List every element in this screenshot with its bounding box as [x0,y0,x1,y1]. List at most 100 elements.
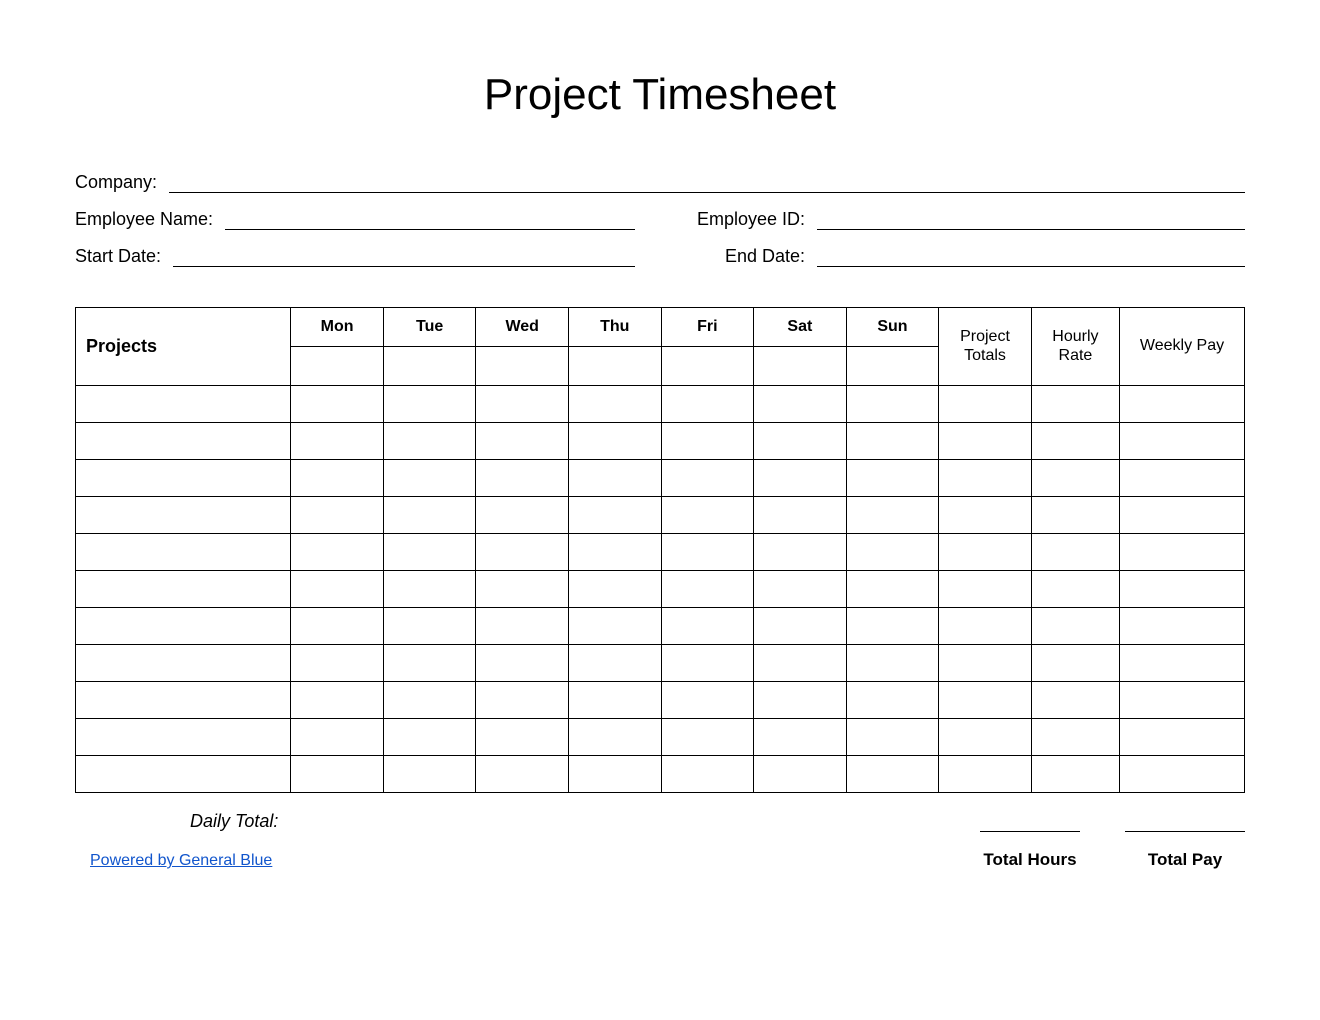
entry-cell[interactable] [291,756,384,793]
entry-cell[interactable] [476,719,569,756]
entry-cell[interactable] [939,608,1032,645]
entry-cell[interactable] [76,682,291,719]
entry-cell[interactable] [754,423,847,460]
entry-cell[interactable] [476,534,569,571]
entry-cell[interactable] [383,386,476,423]
employee-id-field[interactable] [817,207,1245,230]
total-hours-field[interactable] [980,803,1080,832]
entry-cell[interactable] [476,571,569,608]
entry-cell[interactable] [939,460,1032,497]
entry-cell[interactable] [76,608,291,645]
entry-cell[interactable] [476,608,569,645]
entry-cell[interactable] [1120,534,1245,571]
entry-cell[interactable] [291,719,384,756]
entry-cell[interactable] [661,423,754,460]
entry-cell[interactable] [1120,756,1245,793]
entry-cell[interactable] [846,682,939,719]
entry-cell[interactable] [568,608,661,645]
entry-cell[interactable] [568,497,661,534]
entry-cell[interactable] [476,497,569,534]
date-sub-fri[interactable] [661,347,754,386]
entry-cell[interactable] [568,423,661,460]
entry-cell[interactable] [846,386,939,423]
date-sub-mon[interactable] [291,347,384,386]
start-date-field[interactable] [173,244,635,267]
entry-cell[interactable] [661,719,754,756]
entry-cell[interactable] [1120,423,1245,460]
date-sub-wed[interactable] [476,347,569,386]
entry-cell[interactable] [476,423,569,460]
entry-cell[interactable] [291,608,384,645]
entry-cell[interactable] [383,534,476,571]
entry-cell[interactable] [661,682,754,719]
entry-cell[interactable] [846,645,939,682]
entry-cell[interactable] [568,386,661,423]
entry-cell[interactable] [383,460,476,497]
entry-cell[interactable] [383,423,476,460]
entry-cell[interactable] [661,571,754,608]
entry-cell[interactable] [754,497,847,534]
entry-cell[interactable] [846,534,939,571]
entry-cell[interactable] [1031,571,1119,608]
entry-cell[interactable] [661,608,754,645]
entry-cell[interactable] [1031,645,1119,682]
entry-cell[interactable] [939,682,1032,719]
date-sub-thu[interactable] [568,347,661,386]
entry-cell[interactable] [568,682,661,719]
entry-cell[interactable] [476,386,569,423]
entry-cell[interactable] [661,534,754,571]
date-sub-tue[interactable] [383,347,476,386]
entry-cell[interactable] [846,460,939,497]
entry-cell[interactable] [1120,608,1245,645]
entry-cell[interactable] [754,608,847,645]
employee-name-field[interactable] [225,207,635,230]
entry-cell[interactable] [661,497,754,534]
entry-cell[interactable] [76,460,291,497]
entry-cell[interactable] [76,423,291,460]
entry-cell[interactable] [661,645,754,682]
end-date-field[interactable] [817,244,1245,267]
entry-cell[interactable] [1031,682,1119,719]
entry-cell[interactable] [939,386,1032,423]
entry-cell[interactable] [476,682,569,719]
entry-cell[interactable] [291,682,384,719]
entry-cell[interactable] [1120,645,1245,682]
entry-cell[interactable] [76,645,291,682]
entry-cell[interactable] [1031,756,1119,793]
entry-cell[interactable] [476,645,569,682]
entry-cell[interactable] [846,608,939,645]
entry-cell[interactable] [76,719,291,756]
entry-cell[interactable] [291,571,384,608]
entry-cell[interactable] [1120,497,1245,534]
entry-cell[interactable] [846,497,939,534]
company-field[interactable] [169,170,1245,193]
entry-cell[interactable] [939,534,1032,571]
entry-cell[interactable] [291,386,384,423]
entry-cell[interactable] [383,682,476,719]
entry-cell[interactable] [1031,608,1119,645]
entry-cell[interactable] [1031,534,1119,571]
entry-cell[interactable] [1031,386,1119,423]
date-sub-sat[interactable] [754,347,847,386]
entry-cell[interactable] [846,719,939,756]
entry-cell[interactable] [476,460,569,497]
entry-cell[interactable] [661,460,754,497]
entry-cell[interactable] [291,423,384,460]
entry-cell[interactable] [754,756,847,793]
entry-cell[interactable] [291,497,384,534]
entry-cell[interactable] [476,756,569,793]
entry-cell[interactable] [846,756,939,793]
date-sub-sun[interactable] [846,347,939,386]
entry-cell[interactable] [76,534,291,571]
entry-cell[interactable] [1120,571,1245,608]
entry-cell[interactable] [76,386,291,423]
entry-cell[interactable] [383,571,476,608]
entry-cell[interactable] [568,534,661,571]
entry-cell[interactable] [1120,682,1245,719]
entry-cell[interactable] [568,645,661,682]
entry-cell[interactable] [1120,719,1245,756]
entry-cell[interactable] [661,386,754,423]
entry-cell[interactable] [291,534,384,571]
entry-cell[interactable] [754,460,847,497]
entry-cell[interactable] [1031,497,1119,534]
